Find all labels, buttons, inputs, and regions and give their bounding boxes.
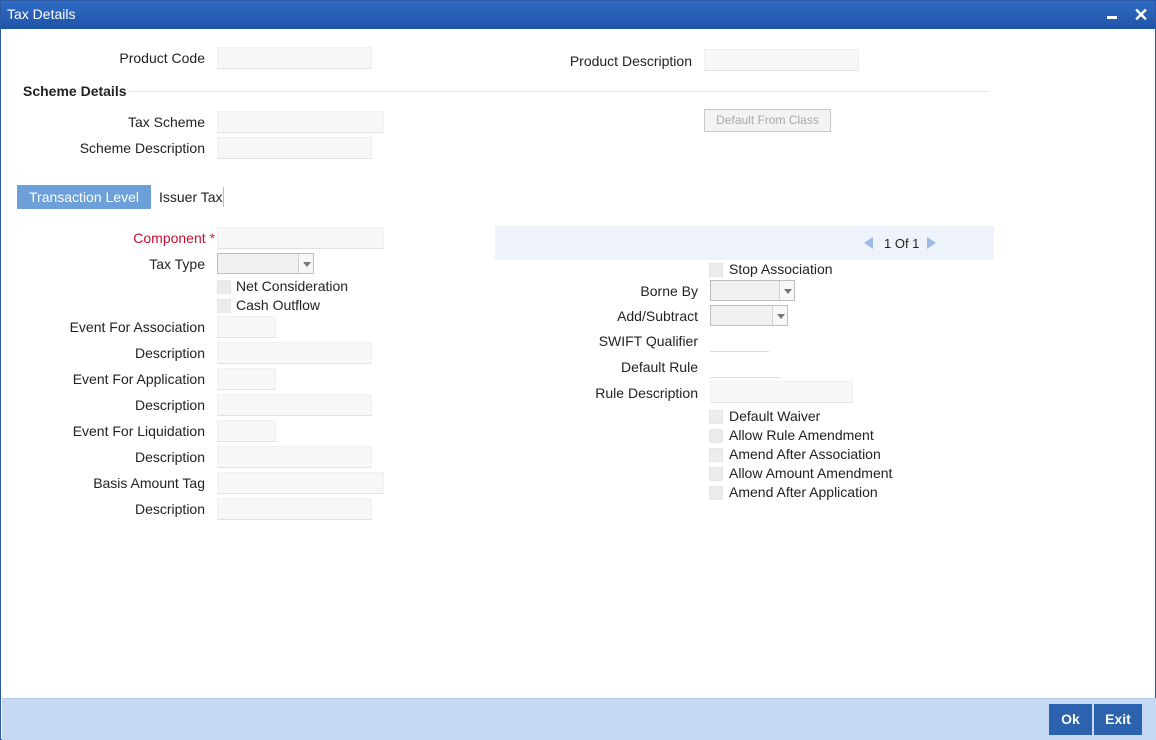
product-code-label: Product Code: [119, 50, 205, 66]
cash-outflow-label: Cash Outflow: [236, 297, 321, 313]
rule-description-input[interactable]: [710, 381, 853, 403]
allow-amount-amendment-checkbox[interactable]: [709, 467, 723, 481]
title-bar: Tax Details ✕: [1, 1, 1155, 29]
amend-after-association-label: Amend After Association: [729, 446, 881, 462]
arrow-left-icon[interactable]: [864, 237, 873, 249]
pager-text: 1 Of 1: [884, 236, 920, 251]
amend-after-application-label: Amend After Application: [729, 484, 878, 500]
description-label-2: Description: [134, 397, 205, 413]
chevron-down-icon: [298, 254, 313, 273]
component-input[interactable]: [217, 227, 384, 249]
add-subtract-label: Add/Subtract: [617, 308, 698, 324]
exit-button[interactable]: Exit: [1094, 704, 1142, 735]
ok-button[interactable]: Ok: [1049, 704, 1092, 735]
swift-qualifier-input[interactable]: [710, 330, 769, 352]
event-for-association-label: Event For Association: [69, 319, 205, 335]
tax-details-window: Tax Details ✕ Product Code Product Descr…: [0, 0, 1156, 740]
allow-rule-amendment-label: Allow Rule Amendment: [729, 427, 874, 443]
basis-amount-tag-label: Basis Amount Tag: [93, 475, 205, 491]
footer-bar: [2, 698, 1156, 740]
tax-scheme-label: Tax Scheme: [127, 114, 205, 130]
description-label-1: Description: [134, 345, 205, 361]
net-consideration-checkbox[interactable]: [217, 280, 231, 294]
rule-description-label: Rule Description: [595, 385, 698, 401]
borne-by-select[interactable]: [710, 280, 795, 301]
scheme-description-input[interactable]: [217, 137, 372, 159]
basis-amount-tag-input[interactable]: [217, 472, 384, 494]
tax-scheme-input[interactable]: [217, 111, 384, 133]
net-consideration-label: Net Consideration: [236, 278, 349, 294]
event-for-application-label: Event For Application: [72, 371, 205, 387]
amend-after-association-checkbox[interactable]: [709, 448, 723, 462]
default-rule-label: Default Rule: [620, 359, 698, 375]
add-subtract-select[interactable]: [710, 305, 788, 326]
event-for-association-input[interactable]: [217, 316, 276, 338]
chevron-down-icon: [779, 281, 794, 300]
default-waiver-checkbox[interactable]: [709, 410, 723, 424]
allow-amount-amendment-label: Allow Amount Amendment: [729, 465, 893, 481]
product-description-label: Product Description: [569, 53, 692, 69]
description-input-4[interactable]: [217, 498, 372, 520]
tax-type-label: Tax Type: [149, 256, 205, 272]
stop-association-checkbox[interactable]: [709, 263, 723, 277]
stop-association-label: Stop Association: [729, 261, 833, 277]
chevron-down-icon: [772, 306, 787, 325]
record-pager: 1 Of 1: [495, 226, 994, 260]
borne-by-label: Borne By: [640, 283, 698, 299]
event-for-application-input[interactable]: [217, 368, 276, 390]
description-label-3: Description: [134, 449, 205, 465]
description-input-2[interactable]: [217, 394, 372, 416]
allow-rule-amendment-checkbox[interactable]: [709, 429, 723, 443]
default-rule-input[interactable]: [710, 356, 781, 378]
close-icon[interactable]: ✕: [1130, 4, 1152, 26]
cash-outflow-checkbox[interactable]: [217, 299, 231, 313]
event-for-liquidation-label: Event For Liquidation: [72, 423, 205, 439]
product-description-input[interactable]: [704, 49, 859, 71]
product-code-input[interactable]: [217, 47, 372, 69]
swift-qualifier-label: SWIFT Qualifier: [598, 333, 698, 349]
event-for-liquidation-input[interactable]: [217, 420, 276, 442]
arrow-right-icon[interactable]: [927, 237, 936, 249]
tab-transaction-level-tax[interactable]: Transaction Level Tax: [17, 185, 151, 229]
description-label-4: Description: [134, 501, 205, 517]
description-input-1[interactable]: [217, 342, 372, 364]
scheme-details-title: Scheme Details: [23, 83, 127, 99]
tax-type-select[interactable]: [217, 253, 314, 274]
component-label: Component *: [133, 230, 215, 246]
tab-issuer-tax[interactable]: Issuer Tax: [153, 185, 229, 209]
required-mark: *: [209, 230, 215, 246]
description-input-3[interactable]: [217, 446, 372, 468]
default-waiver-label: Default Waiver: [729, 408, 821, 424]
section-divider: [129, 91, 989, 92]
default-from-class-button[interactable]: Default From Class: [704, 109, 831, 132]
window-title: Tax Details: [7, 6, 76, 22]
amend-after-application-checkbox[interactable]: [709, 486, 723, 500]
scheme-description-label: Scheme Description: [79, 140, 205, 156]
minimize-icon[interactable]: [1101, 4, 1123, 26]
tab-separator: [223, 187, 224, 207]
